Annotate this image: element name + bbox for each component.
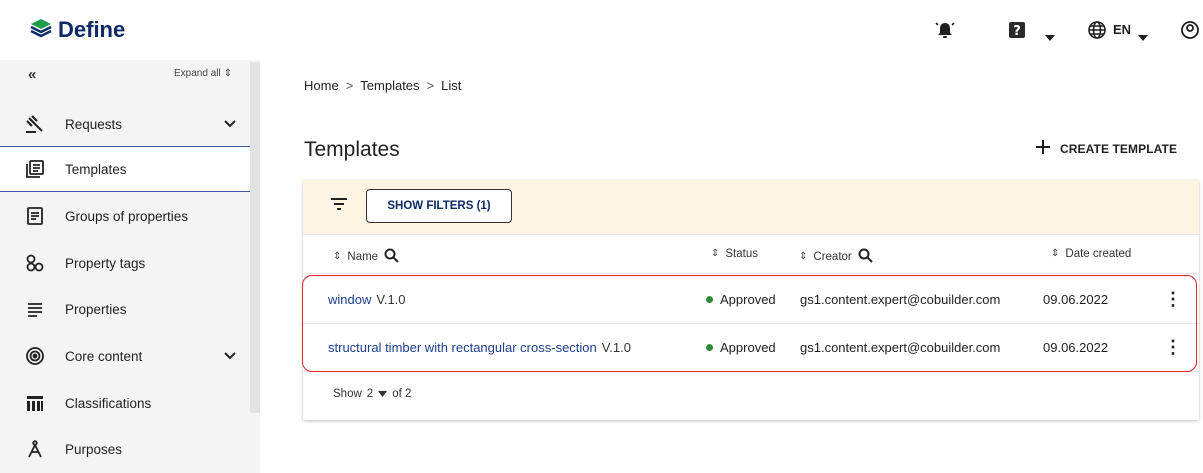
help-caret-icon[interactable] (1045, 28, 1055, 46)
sidebar-item-label: Purposes (65, 441, 123, 457)
filter-bar: SHOW FILTERS (1) (303, 180, 1199, 234)
sidebar-item-properties[interactable]: Properties (0, 286, 250, 332)
column-header-creator[interactable]: ⇕ Creator (799, 248, 873, 266)
lines-icon (25, 299, 45, 319)
creator-cell: gs1.content.expert@cobuilder.com (800, 340, 1001, 355)
column-header-status[interactable]: ⇕ Status (711, 248, 758, 260)
sidebar-item-label: Groups of properties (65, 208, 189, 224)
app-logo[interactable]: Define (30, 17, 125, 43)
date-cell: 09.06.2022 (1043, 292, 1109, 307)
plus-icon (1036, 140, 1050, 157)
column-header-date-created[interactable]: ⇕ Date created (1051, 248, 1131, 260)
template-version: V.1.0 (376, 292, 406, 307)
sidebar-item-label: Requests (65, 116, 123, 132)
app-name: Define (58, 17, 126, 42)
compass-icon (25, 439, 45, 459)
user-account-icon[interactable] (1180, 20, 1200, 45)
table-row[interactable]: structural timber with rectangular cross… (303, 324, 1199, 372)
template-icon (25, 159, 45, 179)
status-dot-icon (706, 344, 713, 351)
date-cell: 09.06.2022 (1043, 340, 1109, 355)
create-template-label: CREATE TEMPLATE (1060, 141, 1178, 156)
expand-toggle-icon: ⇕ (223, 67, 233, 79)
sidebar-item-label: Templates (65, 161, 127, 177)
search-icon[interactable] (384, 248, 399, 266)
logo-icon (30, 18, 52, 43)
row-menu-icon[interactable]: ⋮ (1164, 290, 1182, 308)
create-template-button[interactable]: CREATE TEMPLATE (1036, 140, 1177, 157)
expand-all-label: Expand all (174, 68, 221, 79)
tags-icon (25, 253, 45, 273)
collapse-sidebar-icon[interactable]: « (28, 66, 36, 83)
sort-icon[interactable]: ⇕ (711, 249, 719, 259)
sidebar: « Expand all ⇕ Requests Templates Groups… (0, 60, 260, 473)
page-size-select[interactable]: 2 (367, 388, 373, 400)
show-filters-button[interactable]: SHOW FILTERS (1) (366, 189, 512, 223)
breadcrumb-list: List (441, 78, 462, 93)
classification-icon (25, 393, 45, 413)
breadcrumb-separator: > (345, 78, 354, 93)
page-title: Templates (304, 138, 400, 161)
template-version: V.1.0 (601, 340, 631, 355)
sort-icon[interactable]: ⇕ (333, 252, 341, 262)
help-icon[interactable]: ? (1007, 20, 1027, 45)
creator-cell: gs1.content.expert@cobuilder.com (800, 292, 1001, 307)
notification-bell-icon[interactable] (935, 20, 955, 45)
template-name-cell: structural timber with rectangular cross… (328, 340, 631, 355)
language-caret-icon[interactable] (1138, 28, 1148, 46)
gavel-icon (25, 114, 45, 134)
template-name-link[interactable]: structural timber with rectangular cross… (328, 340, 597, 355)
globe-icon[interactable] (1087, 20, 1107, 45)
column-label: Name (347, 251, 379, 263)
sidebar-item-label: Core content (65, 348, 143, 364)
column-label: Creator (813, 251, 852, 263)
status-dot-icon (706, 296, 713, 303)
sidebar-item-label: Classifications (65, 395, 152, 411)
templates-table-card: SHOW FILTERS (1) ⇕ Name ⇕ Status ⇕ Creat… (303, 180, 1199, 420)
pagination-show-label: Show (333, 388, 362, 400)
breadcrumb: Home > Templates > List (304, 78, 461, 93)
table-row[interactable]: window V.1.0 Approved gs1.content.expert@… (303, 276, 1199, 324)
template-name-cell: window V.1.0 (328, 292, 406, 307)
breadcrumb-separator: > (426, 78, 435, 93)
top-bar: Define ? EN (0, 0, 1203, 60)
sidebar-item-label: Property tags (65, 255, 146, 271)
sort-icon[interactable]: ⇕ (1051, 249, 1059, 259)
sidebar-item-groups-of-properties[interactable]: Groups of properties (0, 193, 250, 239)
sidebar-item-classifications[interactable]: Classifications (0, 380, 250, 426)
chevron-down-icon (224, 347, 236, 365)
sidebar-item-core-content[interactable]: Core content (0, 333, 250, 379)
list-box-icon (25, 206, 45, 226)
sidebar-scrollbar[interactable] (250, 62, 260, 413)
table-header: ⇕ Name ⇕ Status ⇕ Creator ⇕ Date created (303, 234, 1199, 274)
sidebar-item-templates[interactable]: Templates (0, 146, 250, 192)
breadcrumb-templates[interactable]: Templates (360, 78, 419, 93)
sidebar-item-purposes[interactable]: Purposes (0, 426, 250, 472)
expand-all-button[interactable]: Expand all ⇕ (174, 68, 232, 79)
column-label: Status (725, 248, 758, 260)
sort-icon[interactable]: ⇕ (799, 252, 807, 262)
filter-icon[interactable] (330, 197, 348, 216)
status-text: Approved (720, 292, 776, 307)
svg-text:?: ? (1013, 24, 1021, 39)
sidebar-item-label: Properties (65, 301, 127, 317)
language-selector[interactable]: EN (1113, 22, 1131, 37)
sidebar-item-property-tags[interactable]: Property tags (0, 240, 250, 286)
target-icon (25, 346, 45, 366)
column-label: Date created (1065, 248, 1132, 260)
status-text: Approved (720, 340, 776, 355)
caret-down-icon[interactable] (378, 388, 388, 400)
pagination: Show 2 of 2 (333, 388, 411, 400)
sidebar-item-requests[interactable]: Requests (0, 101, 250, 147)
template-name-link[interactable]: window (328, 292, 371, 307)
status-cell: Approved (706, 340, 776, 355)
row-menu-icon[interactable]: ⋮ (1164, 338, 1182, 356)
column-header-name[interactable]: ⇕ Name (333, 248, 399, 266)
pagination-total: of 2 (392, 388, 412, 400)
search-icon[interactable] (858, 248, 873, 266)
chevron-down-icon (224, 115, 236, 133)
status-cell: Approved (706, 292, 776, 307)
breadcrumb-home[interactable]: Home (304, 78, 339, 93)
